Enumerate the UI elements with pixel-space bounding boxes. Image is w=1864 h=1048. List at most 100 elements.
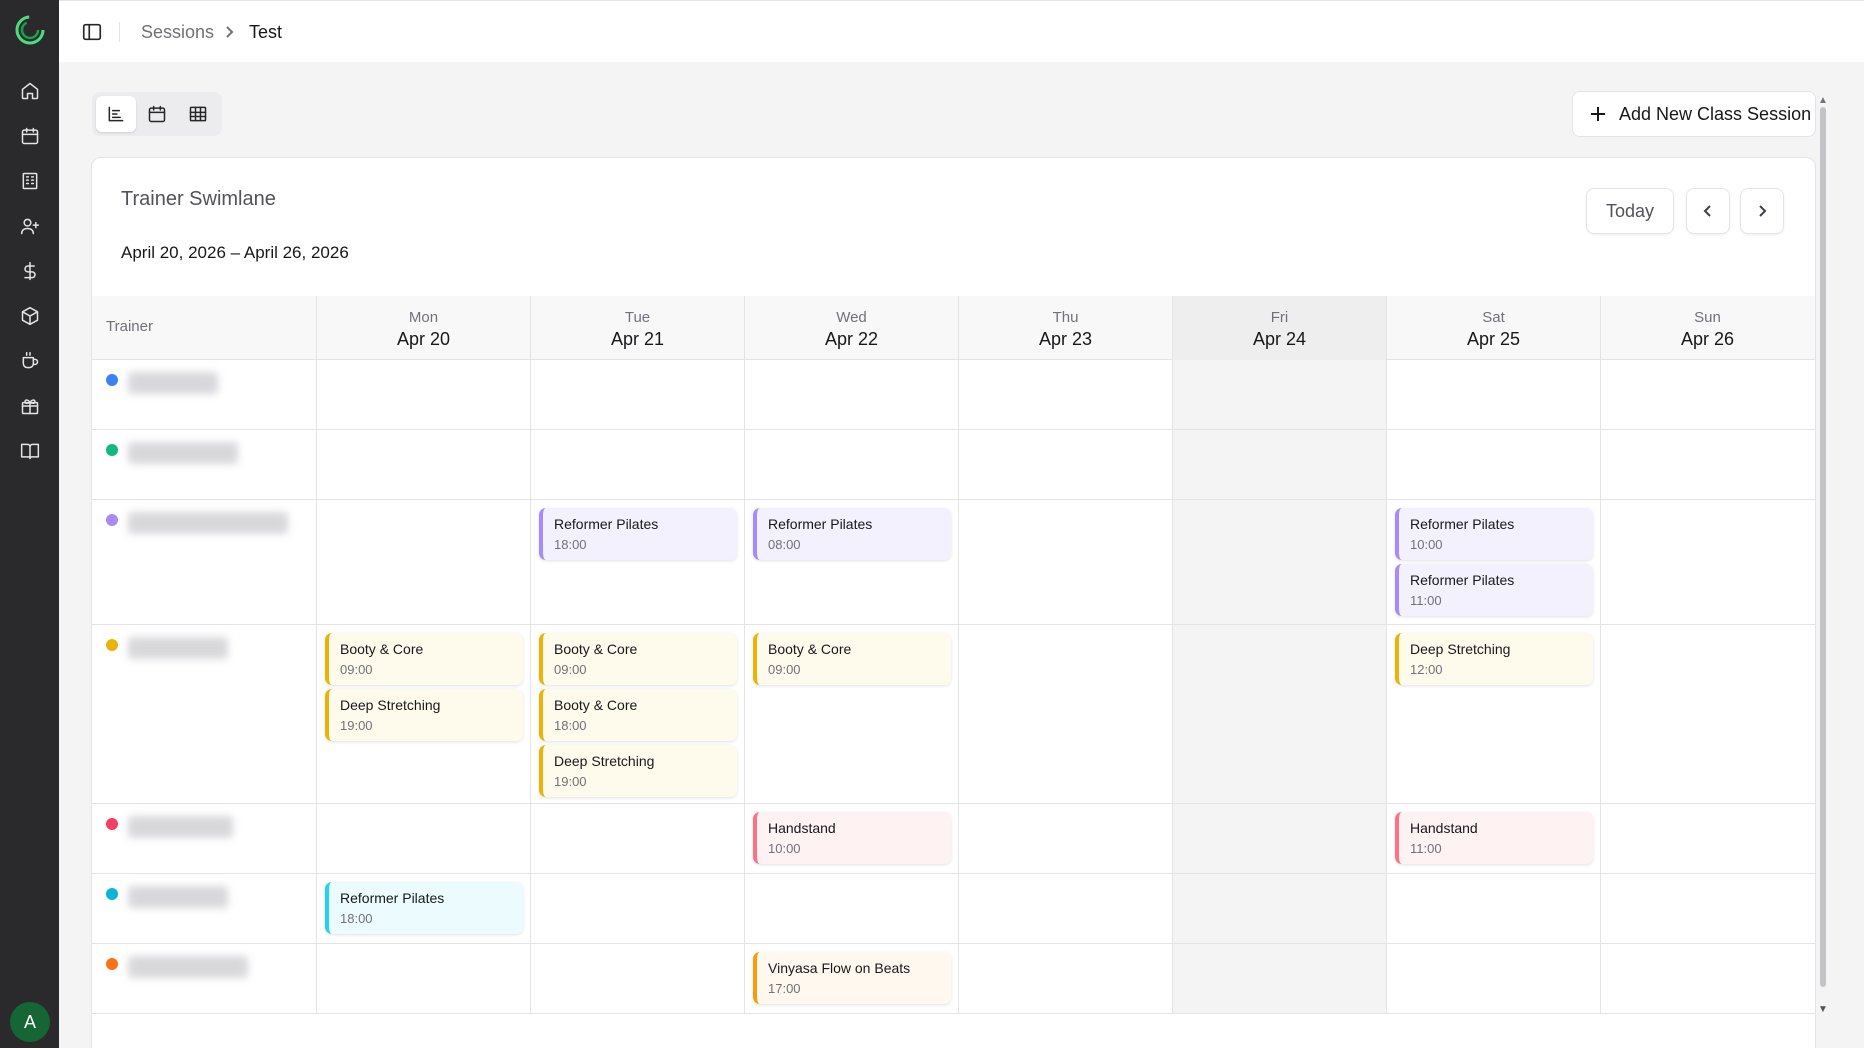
day-cell[interactable]: [530, 360, 744, 429]
day-cell[interactable]: Booty & Core 09:00 Deep Stretching 19:00: [316, 625, 530, 803]
class-session-card[interactable]: Handstand 11:00: [1395, 812, 1593, 864]
day-cell[interactable]: [530, 944, 744, 1013]
scroll-down-icon[interactable]: ▼: [1818, 1004, 1828, 1015]
day-cell[interactable]: [958, 500, 1172, 624]
day-cell[interactable]: Reformer Pilates 18:00: [316, 874, 530, 943]
class-session-card[interactable]: Deep Stretching 19:00: [325, 689, 523, 741]
trainer-color-dot: [106, 888, 118, 900]
day-cell[interactable]: [1600, 360, 1814, 429]
class-session-card[interactable]: Vinyasa Flow on Beats 17:00: [753, 952, 951, 1004]
day-cell[interactable]: [1172, 944, 1386, 1013]
trainer-color-dot: [106, 444, 118, 456]
session-time: 08:00: [768, 536, 801, 552]
day-cell[interactable]: Deep Stretching 12:00: [1386, 625, 1600, 803]
class-session-card[interactable]: Reformer Pilates 10:00: [1395, 508, 1593, 560]
swimlane-view-button[interactable]: [96, 96, 136, 132]
class-session-card[interactable]: Deep Stretching 19:00: [539, 745, 737, 797]
day-cell[interactable]: Vinyasa Flow on Beats 17:00: [744, 944, 958, 1013]
day-cell[interactable]: [744, 874, 958, 943]
today-button[interactable]: Today: [1586, 188, 1674, 234]
day-cell[interactable]: [1386, 874, 1600, 943]
day-cell[interactable]: [958, 360, 1172, 429]
day-cell[interactable]: [958, 804, 1172, 873]
day-cell[interactable]: Reformer Pilates 18:00: [530, 500, 744, 624]
swimlane-card: Trainer Swimlane April 20, 2026 – April …: [91, 157, 1816, 1048]
scroll-up-icon[interactable]: ▲: [1818, 95, 1828, 106]
breadcrumb-current: Test: [249, 22, 283, 42]
day-cell[interactable]: [316, 360, 530, 429]
day-cell[interactable]: [1172, 874, 1386, 943]
day-cell[interactable]: Handstand 10:00: [744, 804, 958, 873]
day-cell[interactable]: [1600, 804, 1814, 873]
day-cell[interactable]: [316, 430, 530, 499]
trainer-cell: [92, 360, 316, 429]
day-cell[interactable]: [1172, 430, 1386, 499]
day-cell[interactable]: [1172, 360, 1386, 429]
day-cell[interactable]: [958, 625, 1172, 803]
class-session-card[interactable]: Handstand 10:00: [753, 812, 951, 864]
class-session-card[interactable]: Booty & Core 09:00: [325, 633, 523, 685]
previous-week-button[interactable]: [1686, 188, 1730, 234]
class-session-card[interactable]: Reformer Pilates 11:00: [1395, 564, 1593, 616]
day-cell[interactable]: [744, 360, 958, 429]
day-cell[interactable]: [1600, 500, 1814, 624]
class-session-card[interactable]: Booty & Core 18:00: [539, 689, 737, 741]
day-cell[interactable]: [1600, 625, 1814, 803]
day-date: Apr 25: [1466, 329, 1521, 349]
day-cell[interactable]: [958, 944, 1172, 1013]
nav-home[interactable]: [16, 77, 44, 105]
vertical-scrollbar[interactable]: ▲ ▼: [1818, 95, 1828, 1015]
session-name: Reformer Pilates: [768, 516, 873, 532]
class-session-card[interactable]: Deep Stretching 12:00: [1395, 633, 1593, 685]
class-session-card[interactable]: Booty & Core 09:00: [753, 633, 951, 685]
day-cell[interactable]: [530, 804, 744, 873]
day-cell[interactable]: Handstand 11:00: [1386, 804, 1600, 873]
day-cell[interactable]: [316, 804, 530, 873]
nav-guides[interactable]: [16, 437, 44, 465]
day-cell[interactable]: Booty & Core 09:00: [744, 625, 958, 803]
breadcrumb-sessions[interactable]: Sessions: [141, 22, 214, 43]
swimlane-icon: [108, 106, 124, 122]
day-name: Mon: [408, 309, 439, 326]
class-session-card[interactable]: Booty & Core 09:00: [539, 633, 737, 685]
day-cell[interactable]: [1386, 430, 1600, 499]
day-cell[interactable]: [1600, 874, 1814, 943]
class-session-card[interactable]: Reformer Pilates 08:00: [753, 508, 951, 560]
app-logo-icon[interactable]: [14, 14, 46, 46]
user-avatar[interactable]: A: [10, 1002, 50, 1042]
add-class-session-button[interactable]: Add New Class Session: [1572, 91, 1816, 137]
nav-gifts[interactable]: [16, 392, 44, 420]
nav-packages[interactable]: [16, 302, 44, 330]
day-cell[interactable]: [530, 874, 744, 943]
day-cell[interactable]: Reformer Pilates 08:00: [744, 500, 958, 624]
day-cell[interactable]: [744, 430, 958, 499]
day-cell[interactable]: [1600, 430, 1814, 499]
table-view-button[interactable]: [178, 96, 218, 132]
scrollbar-thumb[interactable]: [1820, 107, 1826, 987]
day-cell[interactable]: [316, 944, 530, 1013]
next-week-button[interactable]: [1740, 188, 1784, 234]
calendar-view-button[interactable]: [137, 96, 177, 132]
day-cell[interactable]: [958, 430, 1172, 499]
day-name: Fri: [1270, 309, 1289, 326]
nav-add-user[interactable]: [16, 212, 44, 240]
day-cell[interactable]: [1172, 500, 1386, 624]
nav-calendar[interactable]: [16, 122, 44, 150]
day-cell[interactable]: [958, 874, 1172, 943]
day-cell[interactable]: [1386, 360, 1600, 429]
day-cell[interactable]: [1600, 944, 1814, 1013]
session-name: Handstand: [768, 820, 836, 836]
day-cell[interactable]: [1386, 944, 1600, 1013]
day-cell[interactable]: [530, 430, 744, 499]
day-cell[interactable]: Booty & Core 09:00 Booty & Core 18:00 Deep S…: [530, 625, 744, 803]
sidebar-toggle-icon[interactable]: [81, 21, 103, 43]
class-session-card[interactable]: Reformer Pilates 18:00: [539, 508, 737, 560]
day-cell[interactable]: Reformer Pilates 10:00 Reformer Pilates 11:…: [1386, 500, 1600, 624]
nav-building[interactable]: [16, 167, 44, 195]
nav-payments[interactable]: [16, 257, 44, 285]
nav-cafe[interactable]: [16, 347, 44, 375]
day-cell[interactable]: [1172, 625, 1386, 803]
class-session-card[interactable]: Reformer Pilates 18:00: [325, 882, 523, 934]
day-cell[interactable]: [1172, 804, 1386, 873]
day-cell[interactable]: [316, 500, 530, 624]
